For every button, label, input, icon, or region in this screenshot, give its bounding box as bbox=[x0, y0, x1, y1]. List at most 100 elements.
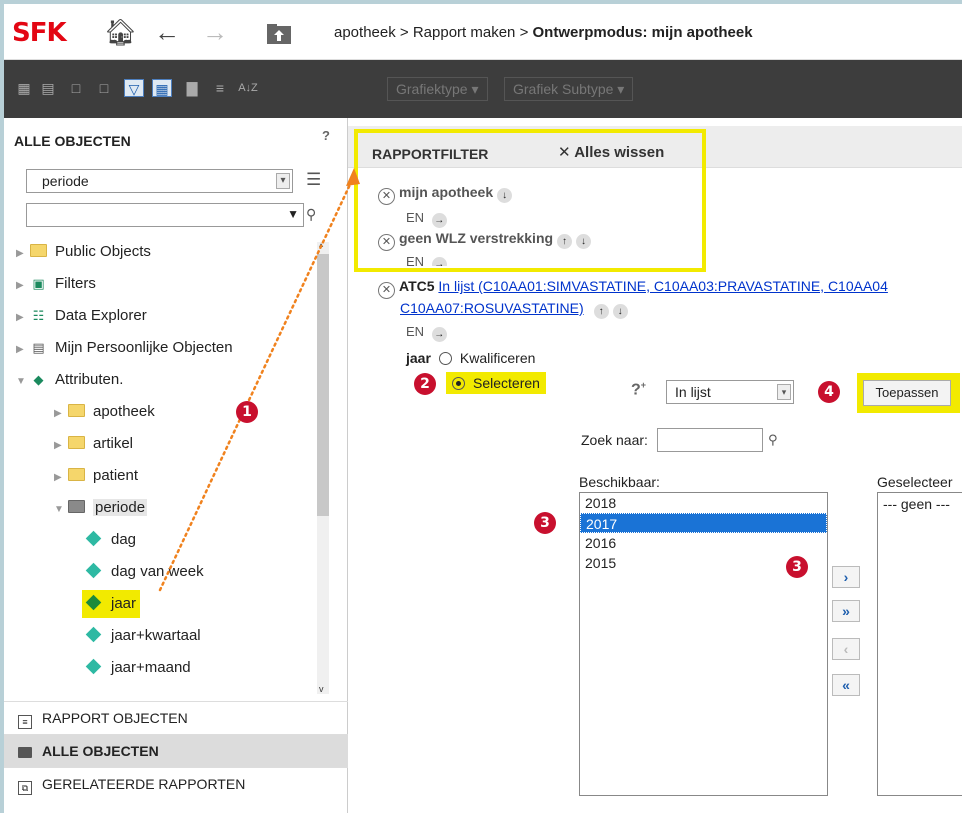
scroll-down-icon[interactable]: v bbox=[319, 684, 324, 694]
selected-list[interactable]: --- geen --- bbox=[877, 492, 962, 796]
qualify-option[interactable]: jaar Kwalificeren bbox=[406, 350, 535, 366]
sfk-logo: SFK bbox=[12, 18, 67, 48]
tree-item-personal-objects[interactable]: ▶ ▤ Mijn Persoonlijke Objecten bbox=[16, 336, 233, 360]
breadcrumb-item[interactable]: Rapport maken bbox=[413, 24, 516, 41]
object-search-input[interactable]: ▼ bbox=[26, 203, 304, 227]
expand-icon[interactable]: ▶ bbox=[16, 338, 30, 362]
and-operator[interactable]: EN → bbox=[406, 210, 447, 228]
collapse-icon[interactable]: ▼ bbox=[54, 498, 68, 522]
scroll-thumb[interactable] bbox=[317, 254, 329, 516]
remove-filter-icon[interactable]: ✕ bbox=[378, 188, 395, 205]
move-down-icon[interactable]: ↓ bbox=[612, 304, 628, 319]
add-all-button[interactable]: » bbox=[832, 600, 860, 622]
tree-item-dag[interactable]: dag bbox=[85, 528, 137, 552]
tree-item-artikel[interactable]: ▶ artikel bbox=[54, 432, 133, 456]
step-badge-3: 3 bbox=[534, 512, 556, 534]
tree-item-apotheek[interactable]: ▶ apotheek bbox=[54, 400, 155, 424]
and-operator[interactable]: EN → bbox=[406, 324, 447, 342]
tree-item-public-objects[interactable]: ▶ Public Objects bbox=[16, 240, 151, 264]
filter-condition[interactable]: ✕ mijn apotheek ↓ bbox=[378, 184, 513, 205]
tab-report-objects[interactable]: ≡ RAPPORT OBJECTEN bbox=[4, 701, 348, 734]
tree-item-dag-van-week[interactable]: dag van week bbox=[85, 560, 204, 584]
object-tree: ▶ Public Objects ▶ ▣ Filters ▶ ☷ Data Explore… bbox=[4, 236, 330, 691]
forward-arrow-icon[interactable]: → bbox=[202, 18, 228, 46]
graph-view-icon[interactable]: ▇ bbox=[182, 79, 202, 97]
breadcrumb-item[interactable]: apotheek bbox=[334, 24, 396, 41]
chevron-down-icon[interactable]: ▾ bbox=[777, 384, 791, 400]
back-arrow-icon[interactable]: ← bbox=[154, 18, 180, 46]
filter-values-link[interactable]: C10AA07:ROSUVASTATINE) bbox=[400, 300, 584, 316]
tree-item-jaar[interactable]: jaar bbox=[82, 590, 141, 618]
grid-delete-icon[interactable]: ▤ bbox=[38, 79, 58, 97]
home-icon[interactable]: 🏠︎ bbox=[104, 18, 137, 46]
filter-view-icon[interactable]: ▽ bbox=[124, 79, 144, 97]
remove-filter-icon[interactable]: ✕ bbox=[378, 282, 395, 299]
element-search-input[interactable] bbox=[657, 428, 763, 452]
expand-icon[interactable]: ▶ bbox=[54, 434, 68, 458]
tree-scrollbar[interactable]: ^ v bbox=[317, 242, 329, 694]
move-down-icon[interactable]: ↓ bbox=[497, 188, 513, 203]
arrow-right-icon[interactable]: → bbox=[431, 327, 447, 342]
tab-all-objects[interactable]: ALLE OBJECTEN bbox=[4, 734, 348, 767]
grid-edit-icon[interactable]: ▦ bbox=[14, 79, 34, 97]
expand-icon[interactable]: ▶ bbox=[16, 306, 30, 330]
upload-folder-icon[interactable] bbox=[266, 22, 292, 50]
search-icon[interactable]: ⚲ bbox=[306, 206, 316, 223]
tree-item-label: Data Explorer bbox=[55, 307, 147, 324]
remove-filter-icon[interactable]: ✕ bbox=[378, 234, 395, 251]
clear-all-button[interactable]: ✕ Alles wissen bbox=[558, 143, 664, 161]
list-item-selected[interactable]: 2017 bbox=[580, 513, 827, 533]
expand-icon[interactable]: ▶ bbox=[16, 242, 30, 266]
list-item[interactable]: 2016 bbox=[580, 533, 827, 553]
tree-item-label: dag van week bbox=[111, 563, 204, 580]
list-item[interactable]: 2018 bbox=[580, 493, 827, 513]
grid-view-icon[interactable]: ▦ bbox=[152, 79, 172, 97]
remove-selected-button[interactable]: ‹ bbox=[832, 638, 860, 660]
chevron-down-icon[interactable]: ▾ bbox=[276, 173, 290, 189]
expand-icon[interactable]: ▶ bbox=[54, 402, 68, 426]
add-selected-button[interactable]: › bbox=[832, 566, 860, 588]
tree-item-jaar-kwartaal[interactable]: jaar+kwartaal bbox=[85, 624, 201, 648]
tree-item-filters[interactable]: ▶ ▣ Filters bbox=[16, 272, 96, 296]
help-plus-icon[interactable]: ?+ bbox=[631, 380, 646, 399]
graph-subtype-select[interactable]: Grafiek Subtype ▾ bbox=[504, 77, 634, 101]
graph-type-select[interactable]: Grafiektype ▾ bbox=[387, 77, 488, 101]
select-radio[interactable] bbox=[452, 377, 465, 390]
caret-down-icon[interactable]: ▼ bbox=[287, 207, 299, 221]
available-label: Beschikbaar: bbox=[579, 474, 660, 490]
arrow-right-icon[interactable]: → bbox=[431, 213, 447, 228]
save-as-icon[interactable]: □ bbox=[94, 79, 114, 97]
sort-icon[interactable]: A↓Z bbox=[238, 79, 258, 97]
move-up-icon[interactable]: ↑ bbox=[557, 234, 573, 249]
move-down-icon[interactable]: ↓ bbox=[576, 234, 592, 249]
move-up-icon[interactable]: ↑ bbox=[593, 304, 609, 319]
folder-dropdown[interactable]: periode ▾ bbox=[26, 169, 293, 193]
tree-item-data-explorer[interactable]: ▶ ☷ Data Explorer bbox=[16, 304, 147, 328]
tree-item-jaar-maand[interactable]: jaar+maand bbox=[85, 656, 191, 680]
scroll-up-icon[interactable]: ^ bbox=[319, 242, 323, 252]
tree-item-label: dag bbox=[111, 531, 137, 548]
tree-item-attributes[interactable]: ▼ ◆ Attributen. bbox=[16, 368, 123, 392]
expand-icon[interactable]: ▶ bbox=[54, 466, 68, 490]
tree-item-periode[interactable]: ▼ periode bbox=[54, 496, 148, 522]
help-icon[interactable]: ? bbox=[322, 128, 330, 143]
search-icon[interactable]: ⚲ bbox=[768, 432, 778, 448]
qualify-radio[interactable] bbox=[438, 352, 452, 365]
collapse-icon[interactable]: ▼ bbox=[16, 370, 30, 394]
select-option[interactable]: Selecteren bbox=[446, 372, 546, 394]
tab-related-reports[interactable]: ⧉ GERELATEERDE RAPPORTEN bbox=[4, 767, 348, 800]
apply-button[interactable]: Toepassen bbox=[863, 380, 951, 406]
remove-all-button[interactable]: « bbox=[832, 674, 860, 696]
list-view-icon[interactable]: ☰ bbox=[306, 170, 321, 190]
operator-select[interactable]: In lijst ▾ bbox=[666, 380, 794, 404]
filter-values-link[interactable]: In lijst (C10AA01:SIMVASTATINE, C10AA03:… bbox=[438, 278, 887, 294]
arrow-right-icon[interactable]: → bbox=[431, 257, 447, 266]
expand-icon[interactable]: ▶ bbox=[16, 274, 30, 298]
available-list[interactable]: 2018 2017 2016 2015 bbox=[579, 492, 828, 796]
filter-condition-atc5[interactable]: ✕ ATC5 In lijst (C10AA01:SIMVASTATINE, C1… bbox=[378, 278, 888, 299]
save-icon[interactable]: □ bbox=[66, 79, 86, 97]
and-operator[interactable]: EN → bbox=[406, 254, 447, 266]
tree-item-patient[interactable]: ▶ patient bbox=[54, 464, 138, 488]
grid-graph-view-icon[interactable]: ≡ bbox=[210, 79, 230, 97]
filter-condition[interactable]: ✕ geen WLZ verstrekking ↑ ↓ bbox=[378, 230, 592, 251]
